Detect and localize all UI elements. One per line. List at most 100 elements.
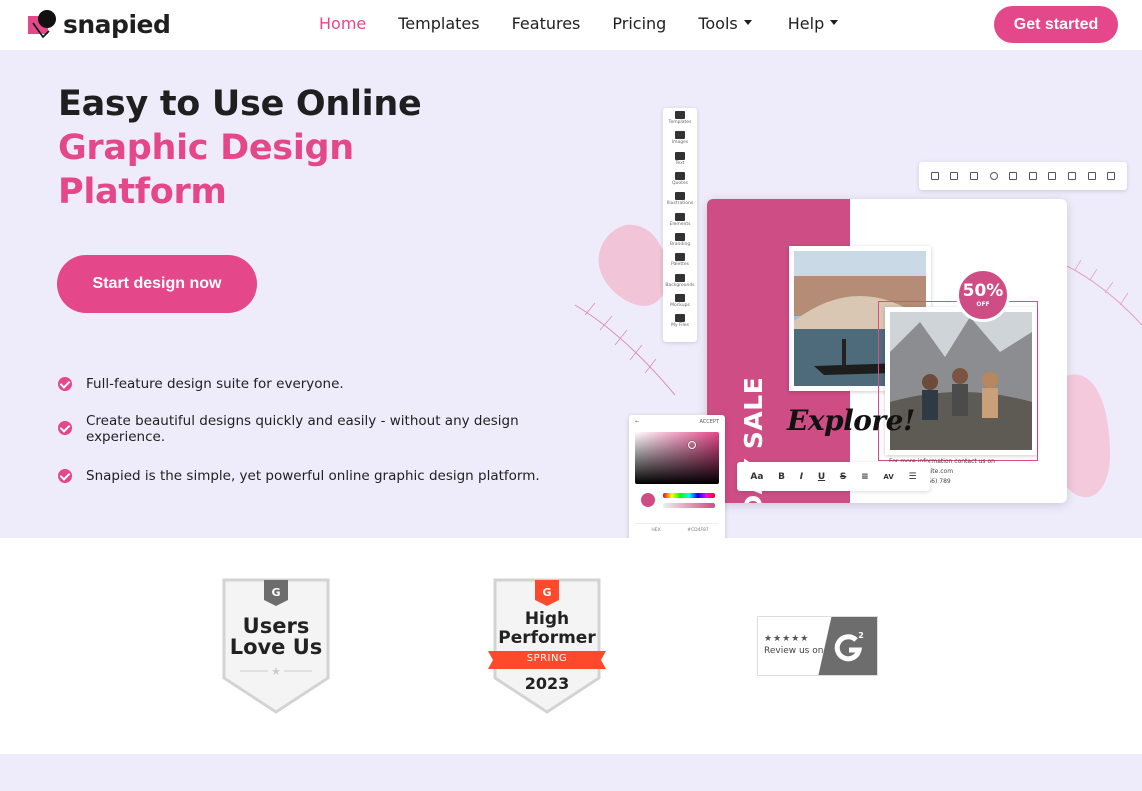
sidebar-text: Text [663, 149, 697, 169]
feature-text: Create beautiful designs quickly and eas… [86, 413, 519, 445]
review-us-on-text: Review us on [764, 646, 824, 656]
nav-home-link[interactable]: Home [319, 14, 366, 33]
start-design-button[interactable]: Start design now [57, 255, 257, 313]
nav-help-dropdown[interactable]: Help [787, 14, 839, 33]
chevron-down-icon [830, 20, 839, 25]
g2-review-badge[interactable]: ★★★★★ Review us on 2 [757, 616, 878, 676]
hex-label: HEX [635, 523, 677, 537]
svg-text:G: G [542, 586, 551, 599]
saturation-area [635, 432, 719, 484]
badge-line: Performer [498, 628, 596, 648]
hero-title: Easy to Use Online Graphic Design Platfo… [58, 82, 422, 214]
letter-spacing-icon: AV [883, 472, 894, 481]
snapied-logo-icon [27, 7, 61, 41]
svg-text:G: G [271, 586, 280, 599]
sidebar-label: Elements [669, 221, 691, 227]
nav-pricing-link[interactable]: Pricing [612, 14, 666, 33]
nav-tools-label: Tools [698, 14, 738, 33]
strikethrough-icon: S [839, 471, 847, 482]
get-started-button[interactable]: Get started [994, 6, 1118, 43]
review-text-block: ★★★★★ Review us on [764, 633, 823, 657]
feature-item: Create beautiful designs quickly and eas… [58, 413, 548, 445]
feature-text: Snapied is the simple, yet powerful onli… [86, 468, 540, 484]
discount-percent: 50% [962, 281, 1004, 301]
editor-mockup-illustration: Templates Images Text Quotes Illustratio… [565, 105, 1142, 546]
top-nav: snapied Home Templates Features Pricing … [0, 0, 1142, 50]
sidebar-quotes: Quotes [663, 169, 697, 189]
sidebar-label: Backgrounds [665, 282, 695, 288]
high-performer-badge: G High Performer SPRING 2023 [487, 578, 607, 714]
lock-icon [1087, 172, 1096, 180]
badge-line: Love Us [229, 635, 323, 659]
color-picker-panel: ← ACCEPT HEX #CD4F87 [629, 415, 725, 546]
opacity-icon [989, 172, 998, 180]
nav-features-link[interactable]: Features [512, 14, 581, 33]
sidebar-branding: Branding [663, 230, 697, 250]
templates-icon [675, 111, 685, 120]
hero-title-line2: Graphic Design [58, 128, 354, 168]
feature-text: Full-feature design suite for everyone. [86, 376, 344, 392]
svg-text:★: ★ [271, 665, 281, 678]
explore-script-text: Explore! [787, 404, 915, 437]
sidebar-images: Images [663, 128, 697, 148]
align-center-icon: ≡ [861, 471, 869, 482]
branding-icon [675, 232, 685, 241]
nav-tools-dropdown[interactable]: Tools [698, 14, 752, 33]
back-arrow-icon: ← [635, 419, 640, 425]
badge-line: Users [242, 614, 310, 638]
text-toolbar: Aa B I U S ≡ AV ☰ [737, 462, 930, 491]
star-rating-icon: ★★★★★ [764, 634, 810, 644]
g2-logo-panel: 2 [818, 617, 877, 675]
sidebar-label: My Files [671, 323, 689, 329]
nav-templates-link[interactable]: Templates [398, 14, 479, 33]
users-love-us-badge: G ★ Users Love Us [222, 578, 330, 714]
badge-line: High [524, 609, 570, 629]
hex-value: #CD4F87 [677, 523, 719, 537]
discount-badge: 50% OFF [956, 268, 1010, 322]
flip-icon [1048, 172, 1057, 180]
sidebar-illustrations: Illustrations [663, 189, 697, 209]
sidebar-label: Images [671, 140, 689, 146]
nav-help-label: Help [787, 14, 825, 33]
palettes-icon [675, 253, 685, 262]
design-card: HOLIDAY SALE 50% OFF Explore! For more i… [707, 199, 1067, 503]
alpha-slider [663, 503, 715, 508]
hue-slider [663, 493, 715, 498]
element-toolbar [919, 162, 1127, 190]
layers-icon [1009, 172, 1018, 180]
backgrounds-icon [675, 273, 685, 282]
edit-icon [930, 172, 939, 180]
align-icon [1028, 172, 1037, 180]
sidebar-my-files: My Files [663, 311, 697, 331]
check-icon [58, 469, 72, 483]
check-icon [58, 377, 72, 391]
illustrations-icon [675, 192, 685, 201]
sidebar-label: Text [675, 160, 685, 166]
trash-icon [1107, 172, 1116, 180]
editor-sidebar: Templates Images Text Quotes Illustratio… [663, 108, 697, 342]
sidebar-label: Templates [668, 120, 692, 126]
underline-icon: U [817, 471, 826, 482]
color-knob-icon [688, 441, 696, 449]
logo[interactable]: snapied [27, 7, 171, 41]
color-swatch [641, 493, 655, 507]
color-picker-header: ← ACCEPT [629, 415, 725, 427]
elements-icon [675, 212, 685, 221]
copy-icon [1067, 172, 1076, 180]
hero-section: Easy to Use Online Graphic Design Platfo… [0, 50, 1142, 546]
quotes-icon [675, 172, 685, 181]
sidebar-label: Quotes [671, 181, 689, 187]
sidebar-label: Branding [669, 241, 691, 247]
season-label: SPRING [526, 653, 568, 664]
logo-text: snapied [63, 9, 171, 39]
next-section-band [0, 754, 1142, 791]
hero-title-line3: Platform [58, 172, 227, 212]
sidebar-backgrounds: Backgrounds [663, 270, 697, 290]
feature-item: Snapied is the simple, yet powerful onli… [58, 468, 548, 484]
line-height-icon: ☰ [908, 471, 917, 482]
chevron-down-icon [743, 20, 752, 25]
italic-icon: I [799, 471, 804, 482]
font-size-icon: Aa [750, 471, 764, 482]
sidebar-mockups: Mockups [663, 291, 697, 311]
check-icon [58, 421, 72, 435]
